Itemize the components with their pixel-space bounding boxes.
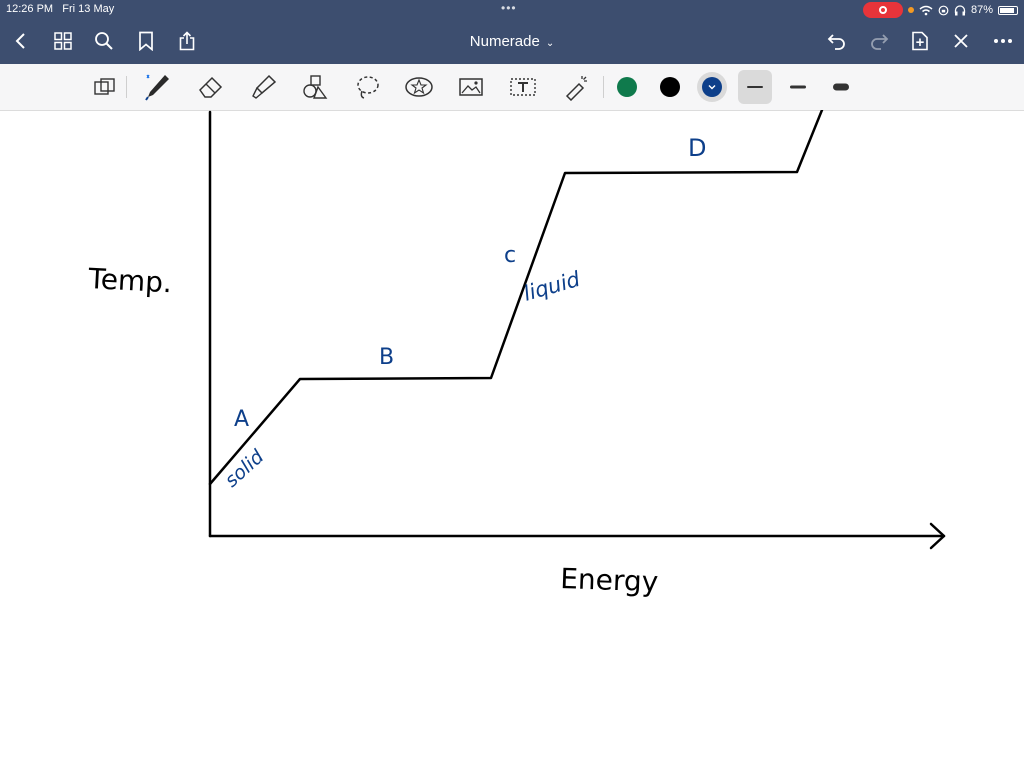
segment-label-a: A	[234, 407, 249, 432]
stroke-width-thin[interactable]	[740, 72, 770, 102]
laser-pointer-tool[interactable]	[561, 72, 591, 102]
pen-icon	[145, 74, 169, 101]
note-canvas[interactable]: Temp. Energy A B c D solid liquid	[0, 108, 1024, 768]
status-time: 12:26 PM Fri 13 May	[6, 3, 114, 15]
document-title-text: Numerade	[469, 33, 540, 50]
segment-label-d: D	[688, 134, 706, 162]
screen-recording-icon[interactable]	[862, 2, 903, 18]
status-bar: 12:26 PM Fri 13 May ••• 87%	[0, 0, 1024, 20]
redo-icon	[871, 34, 889, 50]
laser-pointer-icon	[565, 76, 587, 101]
text-tool[interactable]	[508, 72, 538, 102]
color-swatch-green[interactable]	[617, 77, 637, 97]
eraser-icon	[199, 76, 223, 98]
lasso-tool[interactable]	[353, 72, 383, 102]
thin-line-icon	[747, 86, 763, 88]
image-icon	[459, 78, 483, 96]
color-swatch-blue[interactable]	[702, 77, 722, 97]
chevron-down-icon	[708, 85, 716, 90]
x-axis-label: Energy	[560, 562, 659, 598]
battery-percent: 87%	[970, 4, 993, 16]
close-button[interactable]	[948, 28, 974, 54]
image-tool[interactable]	[456, 72, 486, 102]
color-swatch-black[interactable]	[660, 77, 680, 97]
shapes-icon	[303, 75, 328, 99]
elements-tool[interactable]	[404, 72, 434, 102]
text-box-icon	[510, 78, 536, 96]
wifi-icon	[919, 5, 933, 15]
handwritten-heating-curve: Temp. Energy A B c D solid liquid	[87, 108, 946, 598]
stroke-width-thick[interactable]	[826, 72, 856, 102]
undo-button[interactable]	[824, 28, 850, 54]
drawing-toolbar	[0, 64, 1024, 111]
lasso-select-icon	[94, 78, 115, 95]
status-date: Fri 13 May	[62, 3, 115, 15]
highlighter-tool[interactable]	[248, 72, 278, 102]
top-bar: 12:26 PM Fri 13 May ••• 87% Numerade ⌄	[0, 0, 1024, 64]
segment-label-b: B	[379, 345, 394, 370]
medium-line-icon	[790, 85, 806, 89]
pen-tool[interactable]	[142, 72, 172, 102]
add-page-button[interactable]	[907, 28, 933, 54]
phase-label-solid: solid	[221, 445, 269, 492]
battery-icon	[998, 5, 1018, 15]
status-clock: 12:26 PM	[6, 3, 54, 15]
undo-icon	[827, 34, 845, 50]
mic-indicator-icon	[907, 7, 914, 13]
read-only-mode-button[interactable]	[90, 72, 120, 102]
stroke-width-medium[interactable]	[783, 72, 813, 102]
segment-label-c: c	[504, 243, 516, 268]
headphones-icon	[954, 4, 966, 15]
lasso-icon	[357, 76, 379, 99]
nav-bar: Numerade ⌄	[0, 24, 1024, 60]
highlighter-icon	[252, 74, 277, 99]
y-axis-label: Temp.	[87, 262, 173, 299]
close-icon	[954, 34, 968, 48]
multitasking-dots-icon[interactable]: •••	[501, 1, 517, 15]
status-icons: 87%	[862, 2, 1018, 18]
eraser-tool[interactable]	[196, 72, 226, 102]
shapes-tool[interactable]	[300, 72, 330, 102]
sticker-icon	[405, 77, 433, 97]
rotation-lock-icon	[938, 5, 949, 15]
redo-button[interactable]	[866, 28, 892, 54]
add-page-icon	[912, 31, 928, 51]
toolbar-divider	[126, 76, 127, 98]
more-button[interactable]	[990, 28, 1016, 54]
chevron-down-icon: ⌄	[545, 38, 555, 49]
heating-curve-line	[208, 108, 824, 486]
toolbar-divider	[603, 76, 604, 98]
thick-line-icon	[833, 83, 849, 91]
more-icon	[994, 39, 1012, 43]
